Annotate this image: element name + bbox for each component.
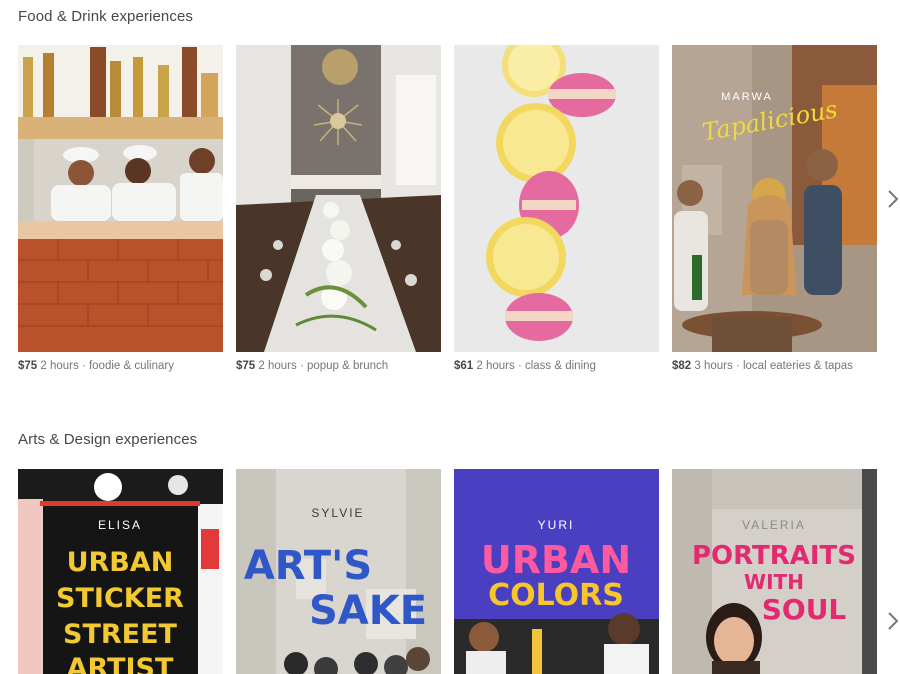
chevron-right-icon: [888, 190, 899, 208]
experience-price: $75: [236, 360, 256, 372]
next-arrow-button[interactable]: [883, 187, 900, 211]
poster-line: SAKE: [309, 588, 427, 634]
experience-details: 2 hours · popup & brunch: [258, 360, 389, 372]
experience-meta: $82 3 hours · local eateries & tapas: [672, 360, 853, 372]
experience-meta: $61 2 hours · class & dining: [454, 360, 596, 372]
next-arrow-button[interactable]: [883, 609, 900, 633]
host-name: YURI: [538, 518, 575, 532]
section-title-food-drink: Food & Drink experiences: [18, 8, 193, 25]
poster-line: ARTIST: [67, 653, 174, 674]
experience-photo[interactable]: ELISA URBAN STICKER STREET ARTIST: [18, 469, 223, 674]
poster-line: SOUL: [762, 593, 847, 626]
experience-meta: $75 2 hours · foodie & culinary: [18, 360, 174, 372]
poster-line: STREET: [63, 619, 178, 650]
experience-photo[interactable]: [454, 45, 659, 352]
experience-photo[interactable]: SYLVIE ART'S SAKE: [236, 469, 441, 674]
host-name: ELISA: [98, 518, 142, 532]
poster-line: WITH: [744, 570, 804, 594]
experience-details: 3 hours · local eateries & tapas: [694, 360, 853, 372]
experience-photo[interactable]: VALERIA PORTRAITS WITH SOUL: [672, 469, 877, 674]
chevron-right-icon: [888, 612, 899, 630]
experience-price: $82: [672, 360, 692, 372]
poster-line: PORTRAITS: [692, 541, 856, 571]
poster-line: URBAN: [481, 538, 631, 582]
experience-meta: $75 2 hours · popup & brunch: [236, 360, 388, 372]
poster-line: STICKER: [56, 583, 184, 614]
poster-line: ART'S: [244, 543, 372, 589]
experience-price: $61: [454, 360, 474, 372]
host-name: VALERIA: [742, 518, 806, 532]
experience-price: $75: [18, 360, 38, 372]
experience-photo[interactable]: YURI URBAN COLORS: [454, 469, 659, 674]
experience-photo[interactable]: [236, 45, 441, 352]
host-name: SYLVIE: [311, 506, 364, 520]
experience-photo[interactable]: MARWA Tapalicious: [672, 45, 877, 352]
poster-line: COLORS: [488, 578, 624, 613]
experience-details: 2 hours · class & dining: [476, 360, 596, 372]
experience-photo[interactable]: [18, 45, 223, 352]
experience-details: 2 hours · foodie & culinary: [40, 360, 174, 372]
poster-line: URBAN: [67, 547, 174, 578]
section-title-arts-design: Arts & Design experiences: [18, 431, 198, 448]
